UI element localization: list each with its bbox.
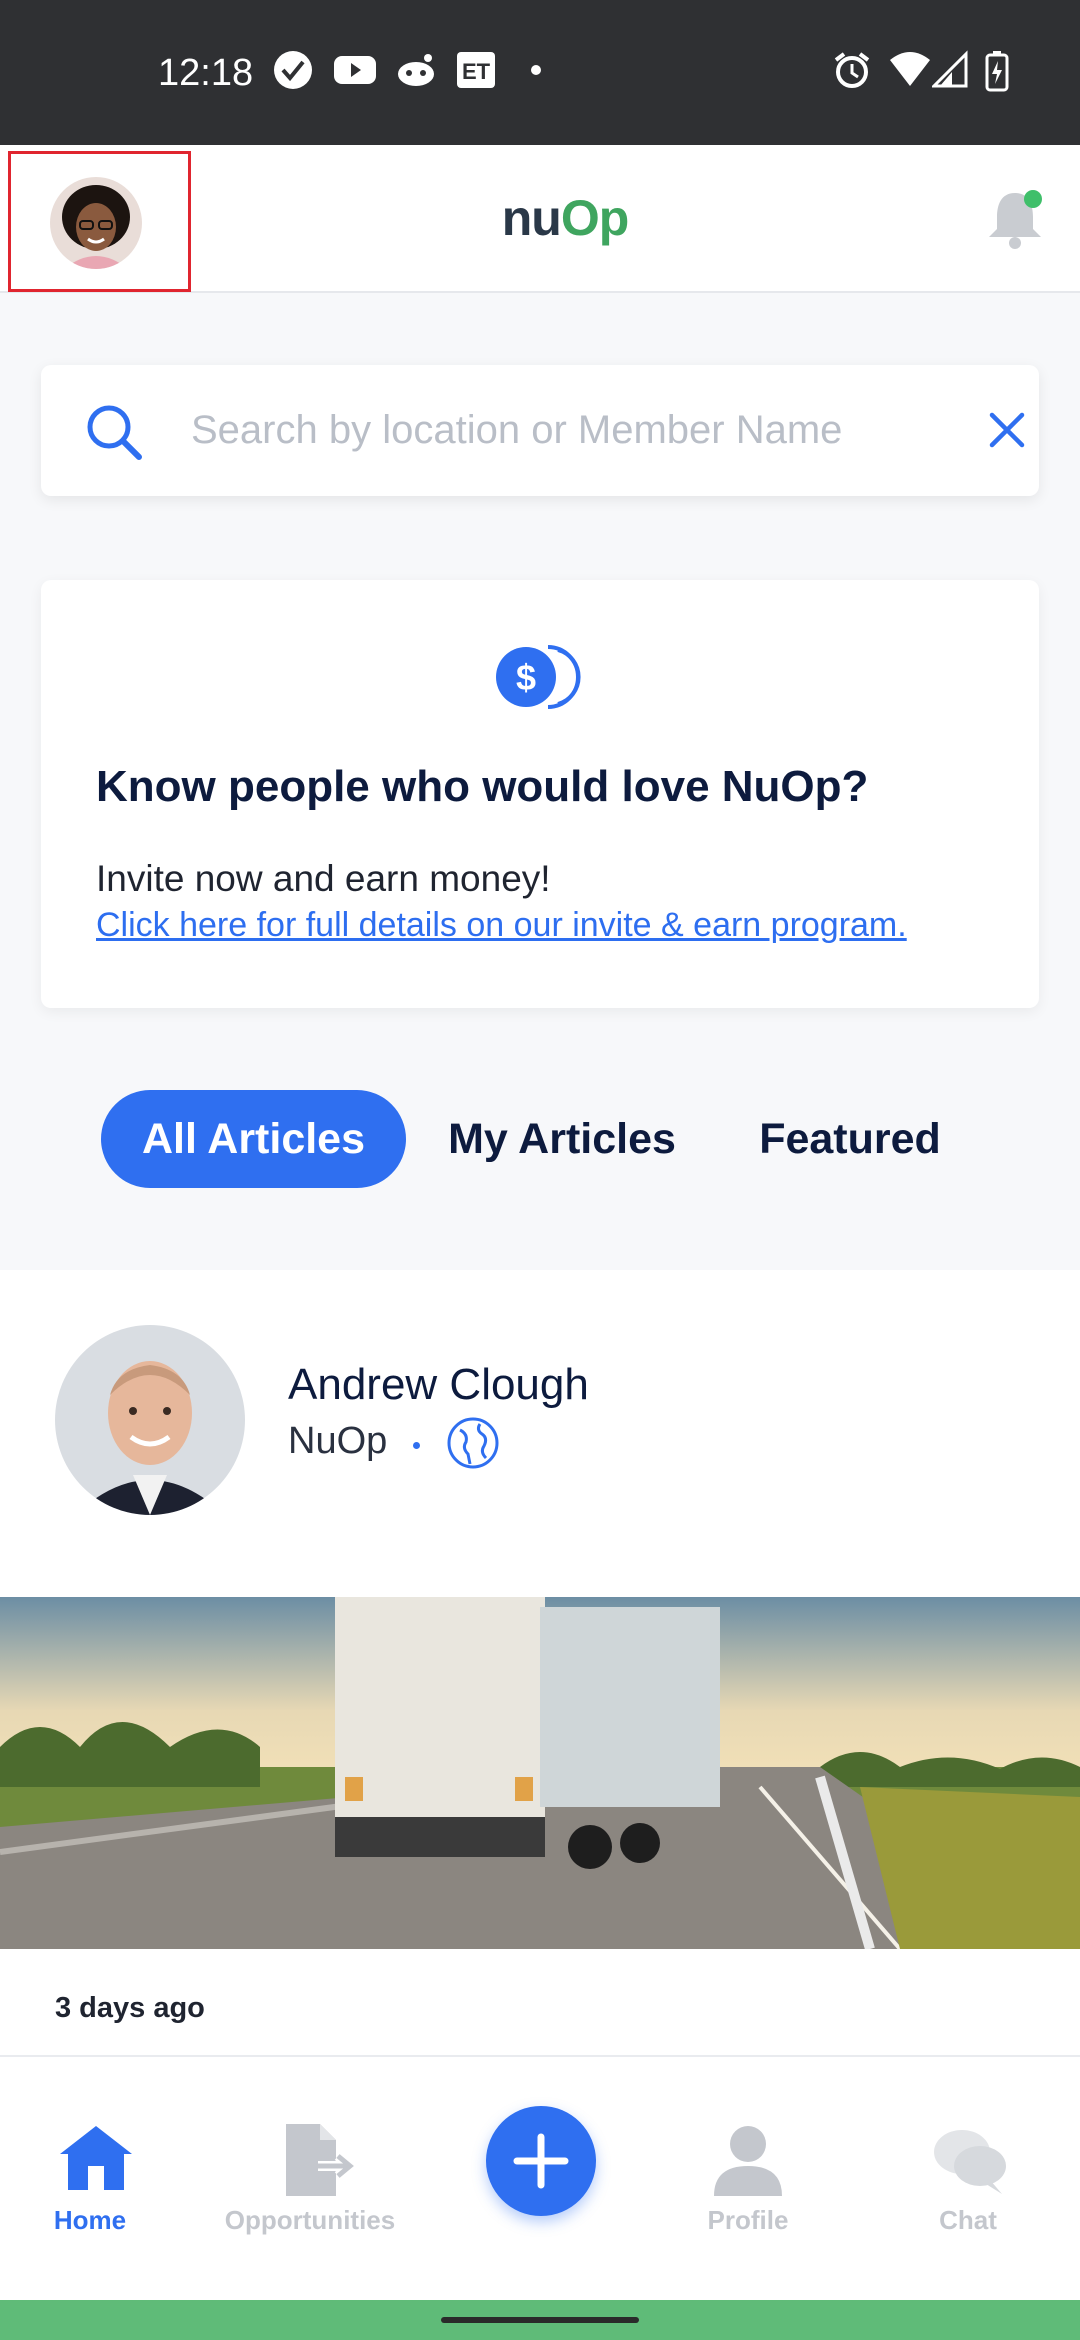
search-input[interactable] xyxy=(191,397,951,463)
article-tabs: All Articles My Articles Featured xyxy=(0,1090,1080,1190)
nav-opportunities-label: Opportunities xyxy=(224,2205,396,2235)
avatar[interactable] xyxy=(50,177,142,269)
invite-promo-card: $ Know people who would love NuOp? Invit… xyxy=(41,580,1039,1008)
avatar-image xyxy=(50,177,142,269)
battery-charging-icon xyxy=(985,51,1009,92)
search-bar xyxy=(41,365,1039,496)
nav-profile-label: Profile xyxy=(707,2205,789,2235)
person-icon xyxy=(714,2126,782,2196)
promo-description: Invite now and earn money! xyxy=(96,858,551,899)
nav-home[interactable]: Home xyxy=(0,2057,200,2257)
document-share-icon xyxy=(286,2124,358,2196)
dot-icon xyxy=(531,65,541,75)
nav-profile[interactable]: Profile xyxy=(648,2057,848,2257)
tab-featured[interactable]: Featured xyxy=(740,1090,960,1188)
nav-chat[interactable]: Chat xyxy=(868,2057,1068,2257)
author-name[interactable]: Andrew Clough xyxy=(288,1360,589,1410)
nav-home-label: Home xyxy=(53,2205,127,2235)
wifi-icon xyxy=(890,52,930,86)
invite-details-link[interactable]: Click here for full details on our invit… xyxy=(96,906,907,945)
search-icon xyxy=(87,405,142,460)
create-post-button[interactable] xyxy=(486,2106,596,2216)
gesture-bar xyxy=(0,2300,1080,2340)
separator-dot xyxy=(413,1442,420,1449)
profile-avatar-button[interactable] xyxy=(8,151,191,292)
plus-icon xyxy=(513,2133,569,2189)
check-circle-icon xyxy=(274,51,312,89)
article-hero-image[interactable] xyxy=(0,1597,1080,1951)
alarm-icon xyxy=(834,52,870,88)
globe-public-icon xyxy=(447,1417,499,1469)
notification-bell-icon[interactable] xyxy=(985,187,1045,251)
signal-icon xyxy=(932,50,968,88)
et-icon: ET xyxy=(457,52,495,88)
promo-title: Know people who would love NuOp? xyxy=(96,762,869,811)
svg-text:ET: ET xyxy=(462,59,491,84)
nav-opportunities[interactable]: Opportunities xyxy=(210,2057,410,2257)
app-header: nuOp xyxy=(0,145,1080,293)
status-bar: 12:18 ET xyxy=(0,0,1080,145)
notification-dot xyxy=(1024,190,1042,208)
tab-my-articles[interactable]: My Articles xyxy=(432,1090,692,1188)
youtube-icon xyxy=(334,56,376,84)
clear-search-icon[interactable] xyxy=(986,409,1028,451)
home-gesture-handle[interactable] xyxy=(441,2317,639,2323)
svg-text:nuOp: nuOp xyxy=(502,191,629,246)
tab-all-articles[interactable]: All Articles xyxy=(101,1090,406,1188)
article-timestamp: 3 days ago xyxy=(55,1992,205,2024)
status-time: 12:18 xyxy=(158,52,254,94)
svg-text:$: $ xyxy=(516,657,536,698)
author-avatar[interactable] xyxy=(55,1325,245,1515)
truck-road-image xyxy=(0,1597,1080,1951)
reddit-icon xyxy=(398,54,434,86)
coins-dollar-icon: $ xyxy=(496,645,581,709)
author-organization: NuOp xyxy=(288,1420,388,1462)
nuop-logo: nuOp xyxy=(502,191,630,246)
chat-bubbles-icon xyxy=(934,2130,1006,2194)
nav-chat-label: Chat xyxy=(939,2205,997,2235)
article-card[interactable]: Andrew Clough NuOp 3 days ago xyxy=(0,1270,1080,2060)
author-photo-image xyxy=(55,1325,245,1515)
home-icon xyxy=(60,2126,132,2190)
